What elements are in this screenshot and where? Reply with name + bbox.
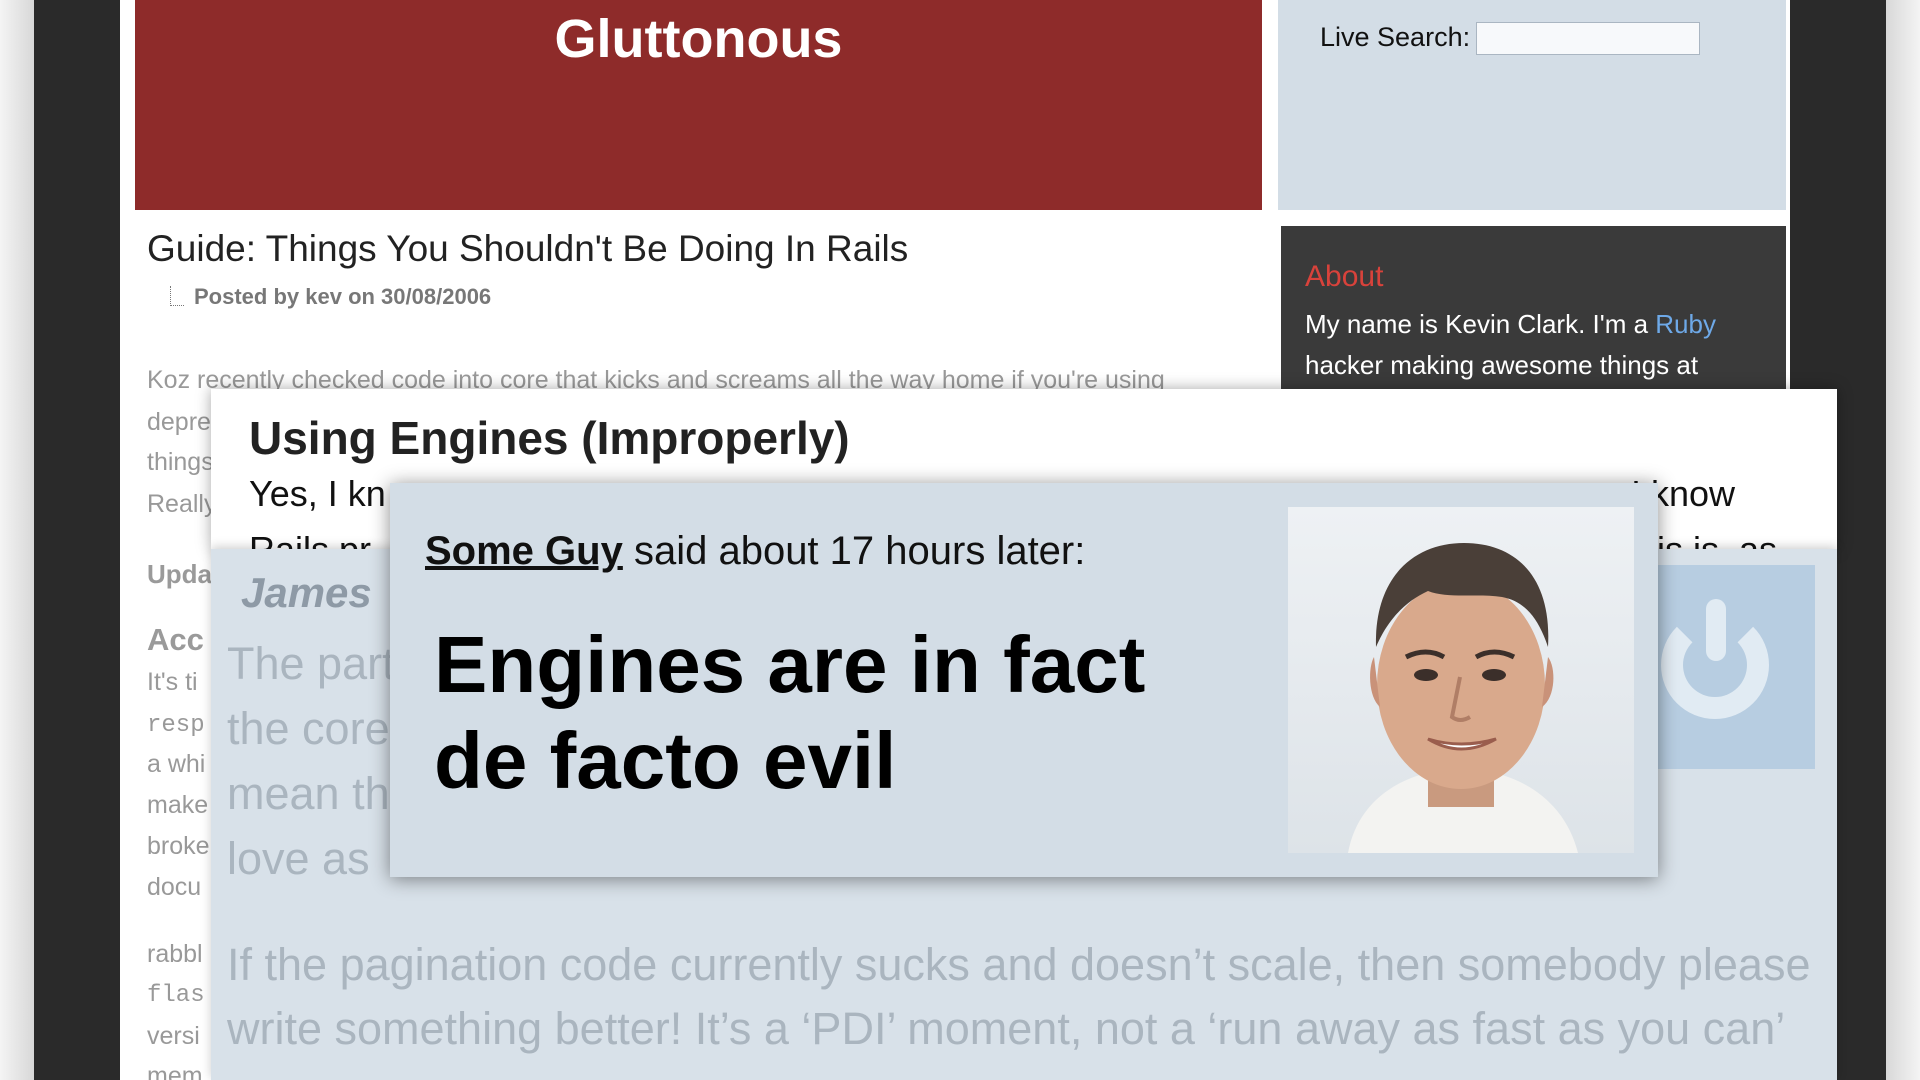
quote-said: said about 17 hours later: — [622, 529, 1086, 573]
about-text-end: hacker making awesome things at — [1305, 350, 1699, 380]
ruby-link[interactable]: Ruby — [1655, 309, 1716, 339]
about-text-start: My name is Kevin Clark. I'm a — [1305, 309, 1656, 339]
engines-card-title[interactable]: Using Engines (Improperly) — [249, 411, 850, 465]
quote-text: Engines are in fact de facto evil — [434, 617, 1145, 809]
comment-text: The part the core mean th love as — [227, 631, 395, 891]
comment-author: James — [241, 569, 372, 616]
search-label: Live Search: — [1320, 22, 1471, 52]
portrait-illustration — [1348, 543, 1578, 853]
comment-line: If the pagination code currently sucks a… — [227, 939, 1811, 990]
post-line: Really — [147, 490, 217, 518]
about-text: My name is Kevin Clark. I'm a Ruby hacke… — [1305, 304, 1762, 386]
post-meta: Posted by kev on 30/08/2006 — [170, 284, 491, 310]
right-eye — [1482, 669, 1506, 681]
search-panel: Live Search: — [1278, 0, 1786, 210]
about-box: About My name is Kevin Clark. I'm a Ruby… — [1281, 226, 1786, 406]
site-title[interactable]: Gluttonous — [135, 8, 1262, 70]
post-line: versi — [147, 1022, 200, 1050]
comment-line: write something better! It’s a ‘PDI’ mom… — [227, 1003, 1786, 1054]
post-line: docu — [147, 873, 202, 901]
quote-line: de facto evil — [434, 716, 897, 805]
comment-text-bottom: If the pagination code currently sucks a… — [227, 933, 1810, 1061]
about-heading: About — [1305, 260, 1384, 293]
post-section-heading: Acc — [147, 622, 204, 657]
quote-meta: Some Guy said about 17 hours later: — [425, 529, 1085, 574]
meta-corner-icon — [170, 286, 184, 306]
comment-line: The part — [227, 638, 395, 689]
window-shadow-right — [1886, 0, 1920, 1080]
engines-card-line: Yes, I kn — [249, 473, 386, 514]
quote-line: Engines are in fact — [434, 620, 1146, 709]
commenter-photo — [1288, 507, 1634, 853]
post-line: mem — [147, 1062, 203, 1080]
comment-line: love as — [227, 833, 370, 884]
engines-card-line: Rails pr — [249, 529, 371, 549]
post-title[interactable]: Guide: Things You Shouldn't Be Doing In … — [147, 228, 908, 270]
window-shadow-left — [0, 0, 34, 1080]
site-banner: Gluttonous — [135, 0, 1262, 210]
quote-card: Some Guy said about 17 hours later: Engi… — [390, 483, 1658, 877]
comment-line: the core — [227, 703, 390, 754]
post-line: depre — [147, 408, 211, 436]
post-code: resp — [147, 712, 205, 739]
post-line: things — [147, 448, 214, 476]
post-meta-text: Posted by kev on 30/08/2006 — [194, 284, 492, 309]
post-line: make — [147, 791, 209, 819]
post-code: flas — [147, 982, 205, 1009]
comment-line: mean th — [227, 768, 390, 819]
engines-card-line: is is, as — [1657, 529, 1777, 549]
commenter-link[interactable]: Some Guy — [425, 529, 623, 573]
face — [1377, 581, 1545, 789]
left-eye — [1414, 669, 1438, 681]
post-line: It's ti — [147, 668, 198, 696]
live-search-input[interactable] — [1476, 22, 1700, 55]
power-stem — [1706, 599, 1726, 661]
post-update-heading: Upda — [147, 559, 212, 589]
post-line: broke — [147, 832, 210, 860]
post-line: rabbl — [147, 940, 203, 968]
post-line: a whi — [147, 750, 206, 778]
